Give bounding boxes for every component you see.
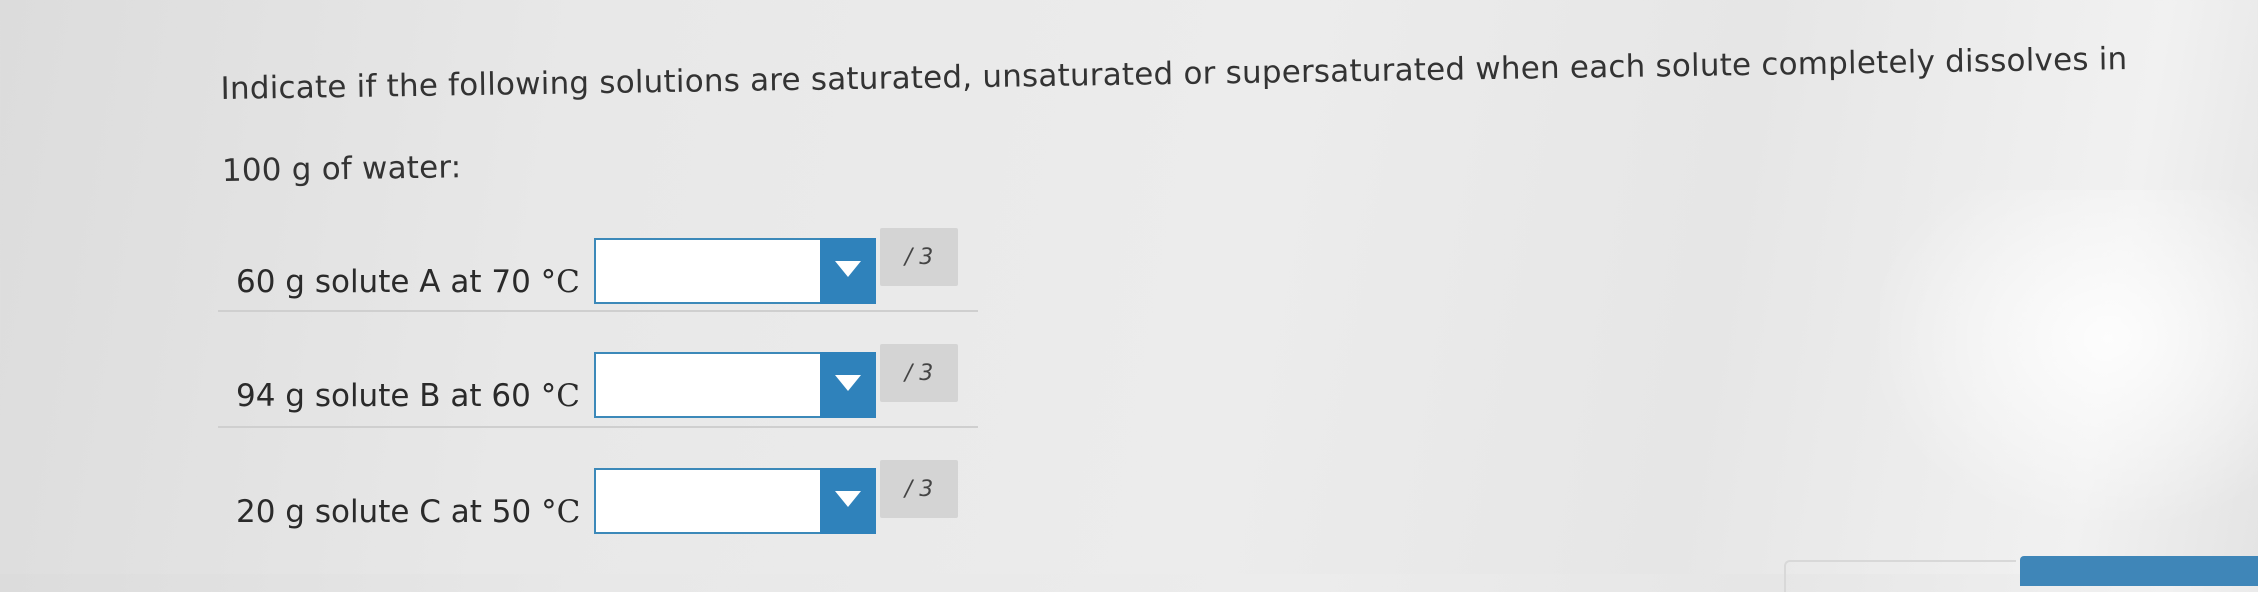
- screen-glare: [1880, 190, 2258, 520]
- caret-down-icon: [833, 373, 863, 397]
- temperature-unit: °C: [540, 264, 580, 300]
- row-divider: [218, 310, 978, 312]
- row-divider: [218, 426, 978, 428]
- points-badge: / 3: [880, 460, 958, 518]
- answer-dropdown[interactable]: [594, 468, 876, 534]
- answer-row-2: 94 g solute B at 60 °C / 3: [0, 344, 1000, 432]
- dropdown-toggle-button[interactable]: [820, 352, 876, 418]
- solute-description: 94 g solute B at 60: [236, 378, 541, 414]
- caret-down-icon: [833, 489, 863, 513]
- temperature-unit: °C: [540, 378, 580, 414]
- caret-down-icon: [833, 259, 863, 283]
- answer-row-1: 60 g solute A at 70 °C / 3: [0, 228, 1000, 318]
- question-text: Indicate if the following solutions are …: [220, 41, 2128, 189]
- dropdown-toggle-button[interactable]: [820, 468, 876, 534]
- dropdown-toggle-button[interactable]: [820, 238, 876, 304]
- temperature-unit: °C: [541, 494, 581, 530]
- answer-dropdown[interactable]: [594, 238, 876, 304]
- points-badge: / 3: [880, 228, 958, 286]
- secondary-button-edge[interactable]: [1784, 560, 2016, 592]
- solute-description: 60 g solute A at 70: [236, 264, 541, 300]
- row-label: 20 g solute C at 50 °C: [236, 494, 580, 530]
- answer-dropdown[interactable]: [594, 352, 876, 418]
- row-label: 94 g solute B at 60 °C: [236, 378, 580, 414]
- primary-button-edge[interactable]: [2020, 556, 2258, 586]
- points-badge: / 3: [880, 344, 958, 402]
- answer-row-3: 20 g solute C at 50 °C / 3: [0, 460, 1000, 548]
- row-label: 60 g solute A at 70 °C: [236, 264, 580, 300]
- solute-description: 20 g solute C at 50: [236, 494, 542, 530]
